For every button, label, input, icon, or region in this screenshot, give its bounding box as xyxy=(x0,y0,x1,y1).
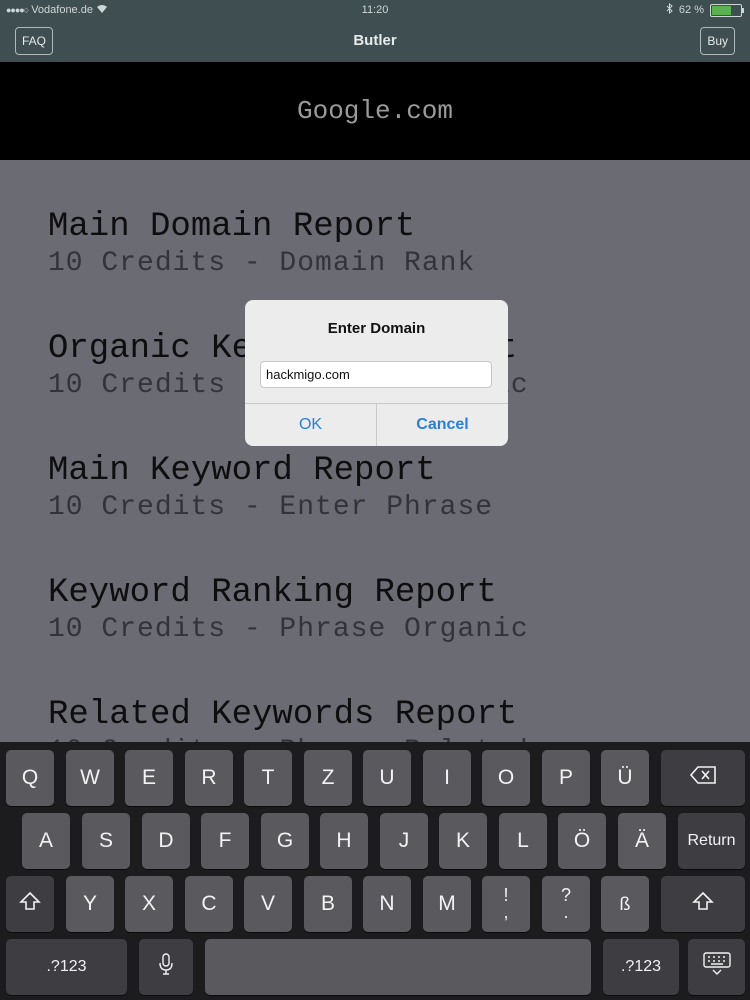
period-label: . xyxy=(563,902,569,922)
key-k[interactable]: K xyxy=(439,813,487,869)
report-list: Main Domain Report 10 Credits - Domain R… xyxy=(0,160,750,742)
shift-key-left[interactable] xyxy=(6,876,54,932)
report-detail: 10 Credits - Enter Phrase xyxy=(48,492,494,523)
battery-icon xyxy=(710,3,744,17)
dictation-key[interactable] xyxy=(139,939,193,995)
key-e[interactable]: E xyxy=(125,750,173,806)
microphone-icon xyxy=(158,952,174,982)
enter-domain-dialog: Enter Domain OK Cancel xyxy=(245,300,508,446)
space-bar[interactable] xyxy=(205,939,591,995)
report-name: Main Keyword Report xyxy=(48,452,436,490)
keyboard: Q W E R T Z U I O P Ü A S D F G H J K L … xyxy=(0,742,750,1000)
buy-button[interactable]: Buy xyxy=(700,27,735,55)
report-item[interactable]: Related Keywords Report 10 Credits - Phr… xyxy=(48,696,529,742)
key-q[interactable]: Q xyxy=(6,750,54,806)
backspace-icon xyxy=(689,765,717,791)
report-item[interactable]: Main Keyword Report 10 Credits - Enter P… xyxy=(48,452,493,526)
return-key[interactable]: Return xyxy=(678,813,745,869)
key-c[interactable]: C xyxy=(185,876,233,932)
report-detail: 10 Credits - Phrase Related xyxy=(48,734,529,742)
report-name: Main Domain Report xyxy=(48,208,416,246)
key-v[interactable]: V xyxy=(244,876,292,932)
key-z[interactable]: Z xyxy=(304,750,352,806)
key-r[interactable]: R xyxy=(185,750,233,806)
key-g[interactable]: G xyxy=(261,813,309,869)
key-y[interactable]: Y xyxy=(66,876,114,932)
comma-label: , xyxy=(503,902,509,922)
dialog-buttons: OK Cancel xyxy=(245,403,508,446)
key-f[interactable]: F xyxy=(201,813,249,869)
key-h[interactable]: H xyxy=(320,813,368,869)
key-sharp-s[interactable]: ß xyxy=(601,876,649,932)
shift-key-right[interactable] xyxy=(661,876,745,932)
numbers-key-right[interactable]: .?123 xyxy=(603,939,679,995)
cancel-button[interactable]: Cancel xyxy=(376,404,508,446)
key-i[interactable]: I xyxy=(423,750,471,806)
nav-title: Butler xyxy=(353,32,397,49)
key-u[interactable]: U xyxy=(363,750,411,806)
key-w[interactable]: W xyxy=(66,750,114,806)
report-name: Related Keywords Report xyxy=(48,696,518,734)
backspace-key[interactable] xyxy=(661,750,745,806)
key-exclaim-comma[interactable]: !, xyxy=(482,876,530,932)
key-u-umlaut[interactable]: Ü xyxy=(601,750,649,806)
shift-icon xyxy=(19,891,41,917)
report-detail: 10 Credits - Phrase Organic xyxy=(48,614,529,645)
key-o-umlaut[interactable]: Ö xyxy=(558,813,606,869)
report-item[interactable]: Keyword Ranking Report 10 Credits - Phra… xyxy=(48,574,529,648)
key-l[interactable]: L xyxy=(499,813,547,869)
numbers-key-left[interactable]: .?123 xyxy=(6,939,127,995)
report-item[interactable]: Main Domain Report 10 Credits - Domain R… xyxy=(48,208,475,282)
domain-input[interactable] xyxy=(260,361,492,388)
report-name: Keyword Ranking Report xyxy=(48,574,497,612)
key-x[interactable]: X xyxy=(125,876,173,932)
key-j[interactable]: J xyxy=(380,813,428,869)
navigation-bar: FAQ Butler Buy xyxy=(0,20,750,62)
key-a[interactable]: A xyxy=(22,813,70,869)
key-a-umlaut[interactable]: Ä xyxy=(618,813,666,869)
key-t[interactable]: T xyxy=(244,750,292,806)
key-b[interactable]: B xyxy=(304,876,352,932)
key-question-period[interactable]: ?. xyxy=(542,876,590,932)
report-detail: 10 Credits - Domain Rank xyxy=(48,248,476,279)
keyboard-hide-icon xyxy=(702,951,732,983)
shift-icon xyxy=(692,891,714,917)
dialog-title: Enter Domain xyxy=(327,320,426,337)
key-p[interactable]: P xyxy=(542,750,590,806)
status-bar: ●●●●○ Vodafone.de 11:20 62 % xyxy=(0,0,750,20)
key-d[interactable]: D xyxy=(142,813,190,869)
key-n[interactable]: N xyxy=(363,876,411,932)
key-m[interactable]: M xyxy=(423,876,471,932)
hide-keyboard-key[interactable] xyxy=(688,939,745,995)
key-o[interactable]: O xyxy=(482,750,530,806)
ok-button[interactable]: OK xyxy=(245,404,376,446)
domain-banner: Google.com xyxy=(0,62,750,160)
key-s[interactable]: S xyxy=(82,813,130,869)
current-domain: Google.com xyxy=(296,96,454,126)
clock: 11:20 xyxy=(361,4,389,16)
